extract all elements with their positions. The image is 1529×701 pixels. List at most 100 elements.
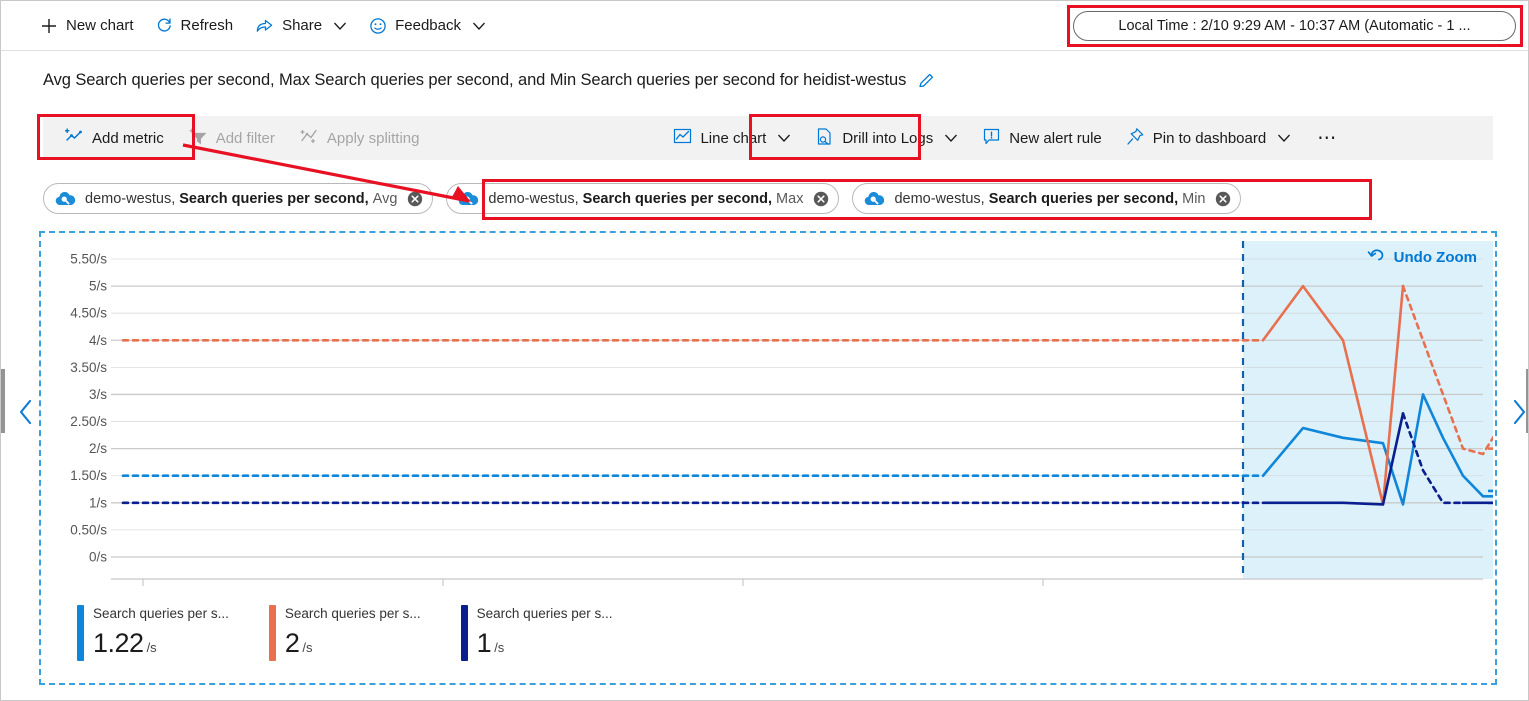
add-metric-label: Add metric (92, 129, 164, 147)
chart-legend: Search queries per s... 1.22 /s Search q… (77, 605, 652, 661)
y-axis-tick-label: 3.50/s (70, 360, 107, 375)
share-label: Share (282, 17, 323, 34)
new-alert-rule-button[interactable]: New alert rule (970, 120, 1114, 156)
chart-type-button[interactable]: Line chart (661, 120, 803, 156)
y-axis-tick-label: 5/s (89, 279, 107, 294)
new-chart-label: New chart (66, 17, 134, 34)
metrics-explorer-page: New chart Refresh Share Feedback Local T… (0, 0, 1529, 701)
y-axis-tick-label: 1.50/s (70, 468, 107, 483)
share-button[interactable]: Share (244, 8, 358, 44)
chip-aggregation: Min (1182, 190, 1206, 207)
x-axis-tick-label: 9:45 (430, 591, 456, 593)
plus-icon (40, 17, 58, 35)
undo-zoom-button[interactable]: Undo Zoom (1367, 246, 1477, 269)
search-service-icon (457, 191, 479, 207)
x-axis-tick-label: 9:30 (130, 591, 156, 593)
y-axis-tick-label: 3/s (89, 387, 107, 402)
new-alert-rule-label: New alert rule (1009, 129, 1102, 147)
new-chart-button[interactable]: New chart (29, 8, 145, 44)
add-filter-button[interactable]: Add filter (176, 120, 287, 156)
feedback-button[interactable]: Feedback (358, 8, 497, 44)
chevron-left-icon[interactable] (18, 399, 34, 430)
add-filter-icon (188, 127, 208, 149)
zoom-selection-region (1243, 241, 1493, 579)
y-axis-tick-label: 2/s (89, 441, 107, 456)
y-axis-tick-label: 2.50/s (70, 414, 107, 429)
legend-series-name: Search queries per s... (476, 606, 613, 621)
legend-unit: /s (146, 640, 157, 655)
legend-item[interactable]: Search queries per s... 1 /s (460, 605, 613, 661)
apply-splitting-icon (299, 127, 319, 149)
chip-metric: Search queries per second, (988, 190, 1179, 207)
chart-panel[interactable]: Undo Zoom 0/s 0.50/s 1/s 1.50/s 2/s 2.50/s 3/s… (41, 233, 1493, 683)
chip-metric: Search queries per second, (582, 190, 773, 207)
legend-series-name: Search queries per s... (284, 606, 421, 621)
share-icon (255, 17, 274, 35)
search-service-icon (863, 191, 885, 207)
x-axis-tick-label: 10:15 (1026, 591, 1060, 593)
chevron-right-icon[interactable] (1511, 399, 1527, 430)
add-metric-icon (64, 127, 84, 149)
x-axis-tick-label: 10 AM (724, 591, 762, 593)
y-axis-tick-label: 4.50/s (70, 306, 107, 321)
feedback-label: Feedback (395, 17, 461, 34)
chip-metric: Search queries per second, (179, 190, 369, 207)
line-chart-icon (673, 127, 692, 149)
pin-icon (1126, 127, 1145, 150)
pin-to-dashboard-button[interactable]: Pin to dashboard (1114, 120, 1303, 156)
timezone-label: UTC-08:00 (1415, 591, 1481, 593)
search-service-icon (54, 191, 76, 207)
add-metric-button[interactable]: Add metric (52, 120, 176, 156)
chip-resource: demo-westus, (488, 190, 579, 207)
close-icon[interactable] (1215, 191, 1231, 207)
metric-chips: demo-westus, Search queries per second, … (43, 183, 1242, 214)
smiley-icon (369, 17, 387, 35)
chip-aggregation: Max (776, 190, 804, 207)
metric-chip-min[interactable]: demo-westus, Search queries per second, … (852, 183, 1242, 214)
add-filter-label: Add filter (215, 129, 275, 147)
chart-type-label: Line chart (700, 129, 767, 147)
pencil-icon[interactable] (917, 71, 936, 90)
undo-zoom-label: Undo Zoom (1393, 249, 1477, 266)
refresh-label: Refresh (180, 17, 234, 34)
legend-value: 2 (284, 628, 300, 658)
chip-aggregation: Avg (372, 190, 398, 207)
command-bar: New chart Refresh Share Feedback Local T… (1, 1, 1528, 51)
refresh-icon (156, 17, 173, 34)
y-axis-tick-label: 0/s (89, 550, 107, 565)
chevron-down-icon (333, 21, 347, 31)
y-axis-tick-label: 5.50/s (70, 252, 107, 267)
metric-chip-max[interactable]: demo-westus, Search queries per second, … (446, 183, 840, 214)
undo-arrow-icon (1367, 246, 1387, 269)
refresh-button[interactable]: Refresh (145, 8, 245, 44)
chart-title-row: Avg Search queries per second, Max Searc… (1, 59, 1528, 101)
close-icon[interactable] (407, 191, 423, 207)
legend-color-swatch (268, 605, 276, 661)
legend-item[interactable]: Search queries per s... 2 /s (268, 605, 421, 661)
drill-into-logs-button[interactable]: Drill into Logs (803, 120, 970, 156)
legend-unit: /s (302, 640, 313, 655)
legend-unit: /s (494, 640, 505, 655)
apply-splitting-label: Apply splitting (326, 129, 420, 147)
chip-resource: demo-westus, (85, 190, 176, 207)
y-axis-tick-label: 4/s (89, 333, 107, 348)
chart-plot[interactable]: 0/s 0.50/s 1/s 1.50/s 2/s 2.50/s 3/s 3.50/s 4/s 4… (41, 233, 1493, 593)
left-edge-bar (1, 369, 5, 433)
chip-resource: demo-westus, (894, 190, 985, 207)
time-range-label: Local Time : 2/10 9:29 AM - 10:37 AM (Au… (1118, 18, 1471, 34)
alert-icon (982, 127, 1001, 150)
metric-chip-avg[interactable]: demo-westus, Search queries per second, … (43, 183, 434, 214)
chevron-down-icon (944, 130, 958, 147)
time-range-picker[interactable]: Local Time : 2/10 9:29 AM - 10:37 AM (Au… (1073, 11, 1516, 41)
page-title: Avg Search queries per second, Max Searc… (43, 70, 907, 89)
chevron-down-icon (777, 130, 791, 147)
more-options-button[interactable]: ⋯ (1303, 129, 1352, 148)
drill-into-logs-label: Drill into Logs (842, 129, 934, 147)
y-axis-tick-label: 1/s (89, 495, 107, 510)
apply-splitting-button[interactable]: Apply splitting (287, 120, 432, 156)
legend-item[interactable]: Search queries per s... 1.22 /s (77, 605, 229, 661)
close-icon[interactable] (813, 191, 829, 207)
legend-color-swatch (460, 605, 468, 661)
legend-value: 1 (476, 628, 492, 658)
legend-series-name: Search queries per s... (93, 606, 229, 621)
